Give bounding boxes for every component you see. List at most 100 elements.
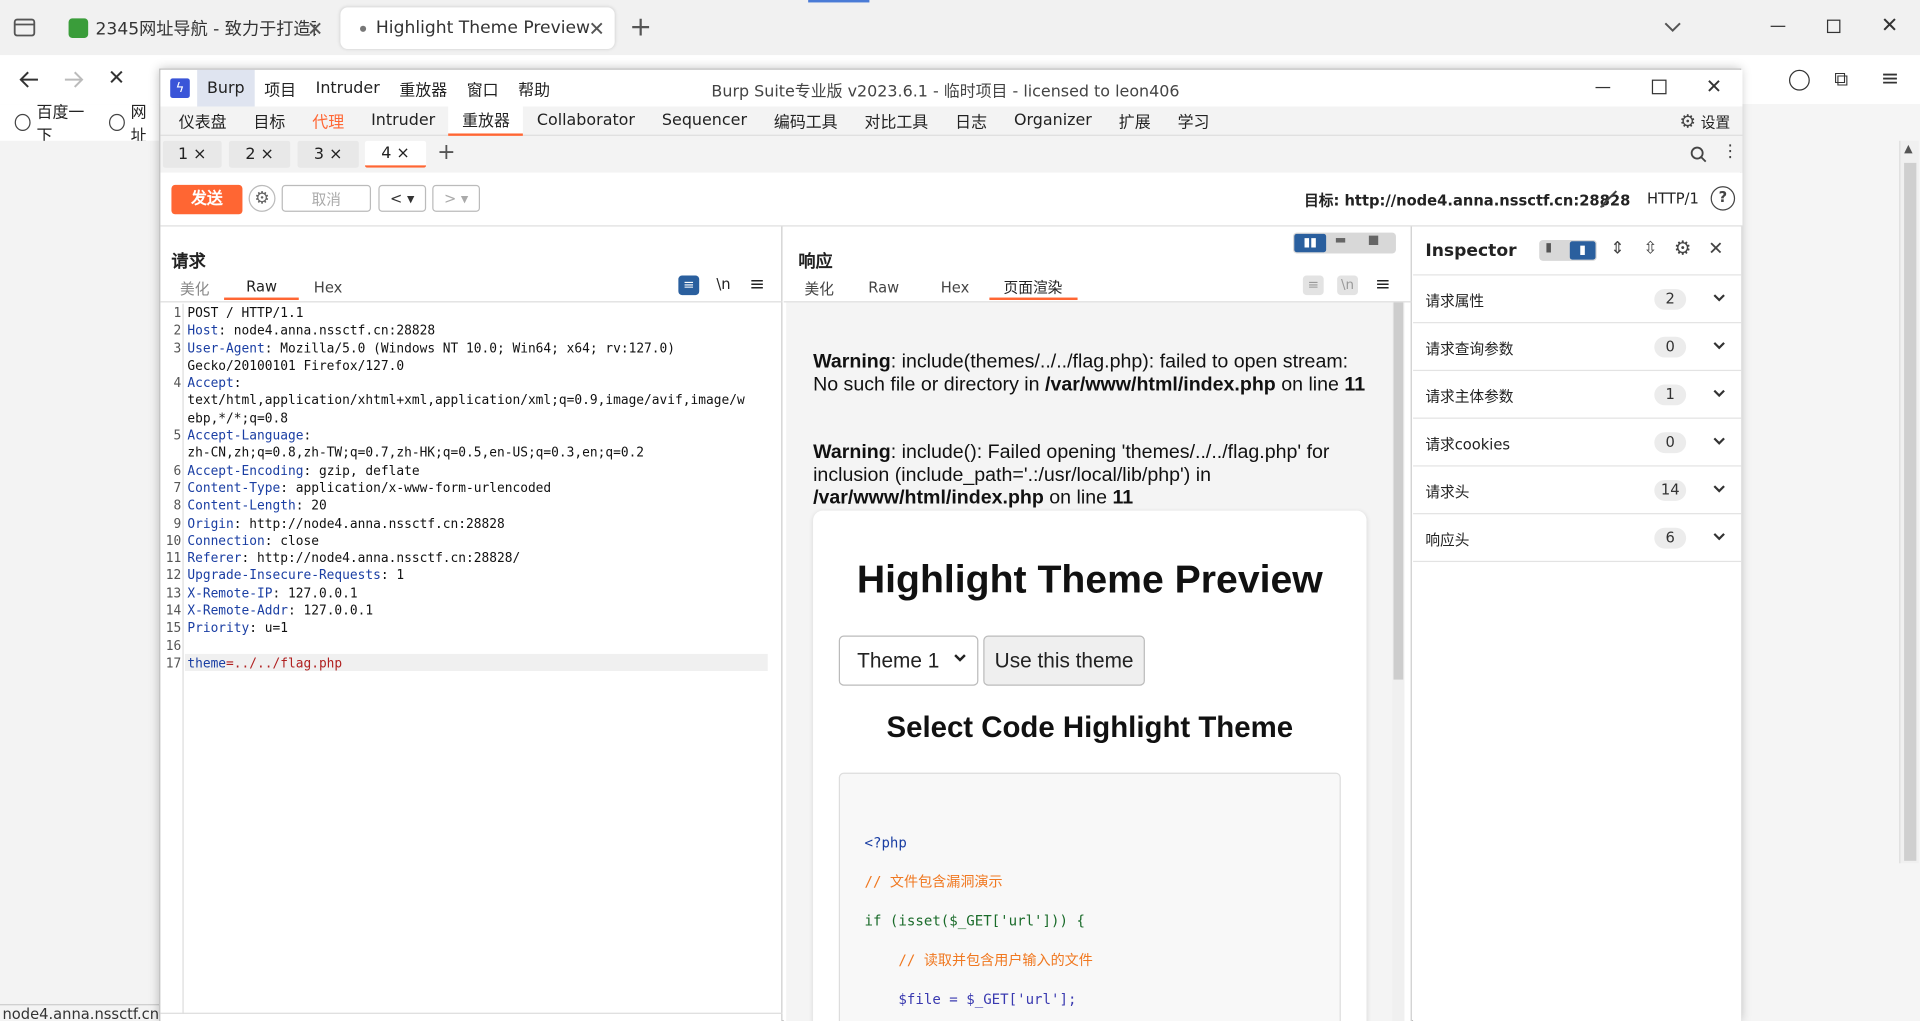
tab-render[interactable]: 页面渲染 <box>988 276 1078 301</box>
target-label[interactable]: 目标: http://node4.anna.nssctf.cn:28828 <box>1304 190 1630 211</box>
gear-icon[interactable]: ⚙ <box>1674 236 1692 259</box>
request-editor[interactable]: POST / HTTP/1.1 Host: node4.anna.nssctf.c… <box>187 305 744 673</box>
menu-window[interactable]: 窗口 <box>457 70 508 107</box>
tab-pretty[interactable]: 美化 <box>790 276 849 300</box>
close-icon[interactable]: ✕ <box>1708 238 1723 260</box>
menu-icon[interactable]: ≡ <box>1375 273 1390 295</box>
inspector-row[interactable]: 请求主体参数 1 <box>1413 371 1742 419</box>
search-icon[interactable] <box>1690 146 1707 163</box>
wrap-lines-icon[interactable]: ≡ <box>678 275 700 296</box>
add-tab-icon[interactable]: + <box>437 140 455 166</box>
send-button[interactable]: 发送 <box>171 184 243 215</box>
tab-organizer[interactable]: Organizer <box>1001 106 1106 135</box>
menu-icon[interactable]: ≡ <box>1881 66 1899 92</box>
repeater-tab-3[interactable]: 3 × <box>297 140 359 168</box>
maximize-icon[interactable] <box>1651 79 1667 95</box>
layout-list-icon[interactable]: ▮ <box>1545 241 1552 254</box>
repeater-tab-1[interactable]: 1 × <box>162 140 222 168</box>
menu-icon[interactable]: ≡ <box>749 273 764 295</box>
inspector-row[interactable]: 请求查询参数 0 <box>1413 323 1742 372</box>
layout-tabs-icon[interactable]: ■ <box>1368 234 1380 247</box>
bookmark-baidu[interactable]: 百度一下 <box>14 99 94 146</box>
back-icon[interactable] <box>17 67 41 91</box>
inspector-row[interactable]: 请求属性 2 <box>1413 276 1742 324</box>
tab-proxy[interactable]: 代理 <box>299 106 358 135</box>
warning-line: 11 <box>1344 374 1366 395</box>
menu-project[interactable]: 项目 <box>254 70 305 107</box>
repeater-tab-4[interactable]: 4 × <box>364 140 427 168</box>
collapse-all-icon[interactable]: ⇳ <box>1643 239 1657 259</box>
status-url: node4.anna.nssctf.cn <box>0 1004 160 1021</box>
theme-select[interactable]: Theme 1 <box>838 635 979 686</box>
tab-raw[interactable]: Raw <box>849 276 922 300</box>
extensions-icon[interactable]: ⧉ <box>1834 67 1848 91</box>
tab-list-icon[interactable] <box>12 15 36 39</box>
tab-raw[interactable]: Raw <box>224 276 300 301</box>
help-icon[interactable]: ? <box>1710 186 1736 211</box>
menu-repeater[interactable]: 重放器 <box>390 70 457 107</box>
tab-hex[interactable]: Hex <box>921 276 989 300</box>
scrollbar-thumb[interactable] <box>1904 162 1917 861</box>
tab-extensions[interactable]: 扩展 <box>1105 106 1164 135</box>
cancel-button[interactable]: 取消 <box>281 184 372 212</box>
tab-pretty[interactable]: 美化 <box>165 276 224 300</box>
layout-side-by-side-icon[interactable]: ▮▮ <box>1294 233 1327 253</box>
browser-tab-highlight-theme[interactable]: Highlight Theme Preview ✕ <box>340 7 615 49</box>
settings-button[interactable]: ⚙ 设置 <box>1679 109 1730 133</box>
minimize-icon[interactable] <box>1770 25 1786 27</box>
tab-sequencer[interactable]: Sequencer <box>648 106 760 135</box>
account-icon[interactable] <box>1788 69 1810 91</box>
close-tab-icon[interactable]: ✕ <box>307 17 323 40</box>
request-line: Upgrade-Insecure-Requests: 1 <box>187 567 744 585</box>
history-forward-button[interactable]: > ▾ <box>432 184 481 212</box>
inspector-row[interactable]: 响应头 6 <box>1413 514 1742 563</box>
inspector-row[interactable]: 请求头 14 <box>1413 467 1742 515</box>
tab-hex[interactable]: Hex <box>299 276 357 300</box>
menu-help[interactable]: 帮助 <box>508 70 559 107</box>
forward-icon[interactable] <box>61 67 85 91</box>
tab-decoder[interactable]: 编码工具 <box>760 106 851 135</box>
use-theme-button[interactable]: Use this theme <box>983 635 1145 686</box>
inspector-row[interactable]: 请求cookies 0 <box>1413 419 1742 467</box>
tab-comparer[interactable]: 对比工具 <box>851 106 942 135</box>
tab-target[interactable]: 目标 <box>240 106 299 135</box>
expand-all-icon[interactable]: ⇕ <box>1610 239 1624 259</box>
close-window-icon[interactable]: ✕ <box>1706 75 1722 98</box>
tab-intruder[interactable]: Intruder <box>358 106 449 135</box>
history-back-button[interactable]: < ▾ <box>378 184 427 212</box>
tab-logger[interactable]: 日志 <box>942 106 1001 135</box>
settings-gear-button[interactable]: ⚙ <box>248 184 276 212</box>
line-number: 12 <box>165 568 182 584</box>
bookmark-nav[interactable]: 网址 <box>108 99 159 146</box>
new-tab-icon[interactable]: + <box>629 12 652 43</box>
menu-intruder[interactable]: Intruder <box>306 70 390 107</box>
horizontal-scrollbar[interactable] <box>160 1012 783 1021</box>
tab-dashboard[interactable]: 仪表盘 <box>165 106 240 135</box>
scroll-up-icon[interactable]: ▲ <box>1904 143 1912 155</box>
request-line: Content-Length: 20 <box>187 497 744 515</box>
layout-panel-icon[interactable]: ▮ <box>1569 241 1596 260</box>
wrap-lines-icon[interactable]: ≡ <box>1302 275 1324 296</box>
close-window-icon[interactable]: ✕ <box>1881 13 1898 37</box>
edit-target-icon[interactable] <box>1598 187 1620 209</box>
close-tab-icon[interactable]: ✕ <box>588 17 604 40</box>
newline-toggle[interactable]: \n <box>716 276 730 293</box>
http-version-label[interactable]: HTTP/1 <box>1647 190 1699 207</box>
tab-repeater[interactable]: 重放器 <box>448 105 524 136</box>
menu-burp[interactable]: Burp <box>197 69 255 107</box>
restore-icon[interactable] <box>1826 19 1841 34</box>
render-scrollbar[interactable] <box>1392 302 1405 1021</box>
stop-loading-icon[interactable]: ✕ <box>108 66 125 90</box>
layout-stacked-icon[interactable]: ▬ <box>1335 234 1347 247</box>
tab-learn[interactable]: 学习 <box>1164 106 1223 135</box>
tab-collaborator[interactable]: Collaborator <box>523 106 648 135</box>
minimize-icon[interactable] <box>1595 86 1611 89</box>
newline-toggle[interactable]: \n <box>1337 275 1358 296</box>
page-scrollbar[interactable]: ▲ <box>1899 140 1919 864</box>
chevron-down-icon[interactable] <box>1663 17 1683 37</box>
browser-tab-2345[interactable]: 2345网址导航 - 致力于打造百年 ✕ <box>56 7 333 49</box>
scrollbar-thumb[interactable] <box>1393 302 1404 680</box>
inspector-row-label: 请求主体参数 <box>1425 388 1514 406</box>
more-vert-icon[interactable]: ⋮ <box>1722 142 1739 162</box>
repeater-tab-2[interactable]: 2 × <box>228 140 291 168</box>
